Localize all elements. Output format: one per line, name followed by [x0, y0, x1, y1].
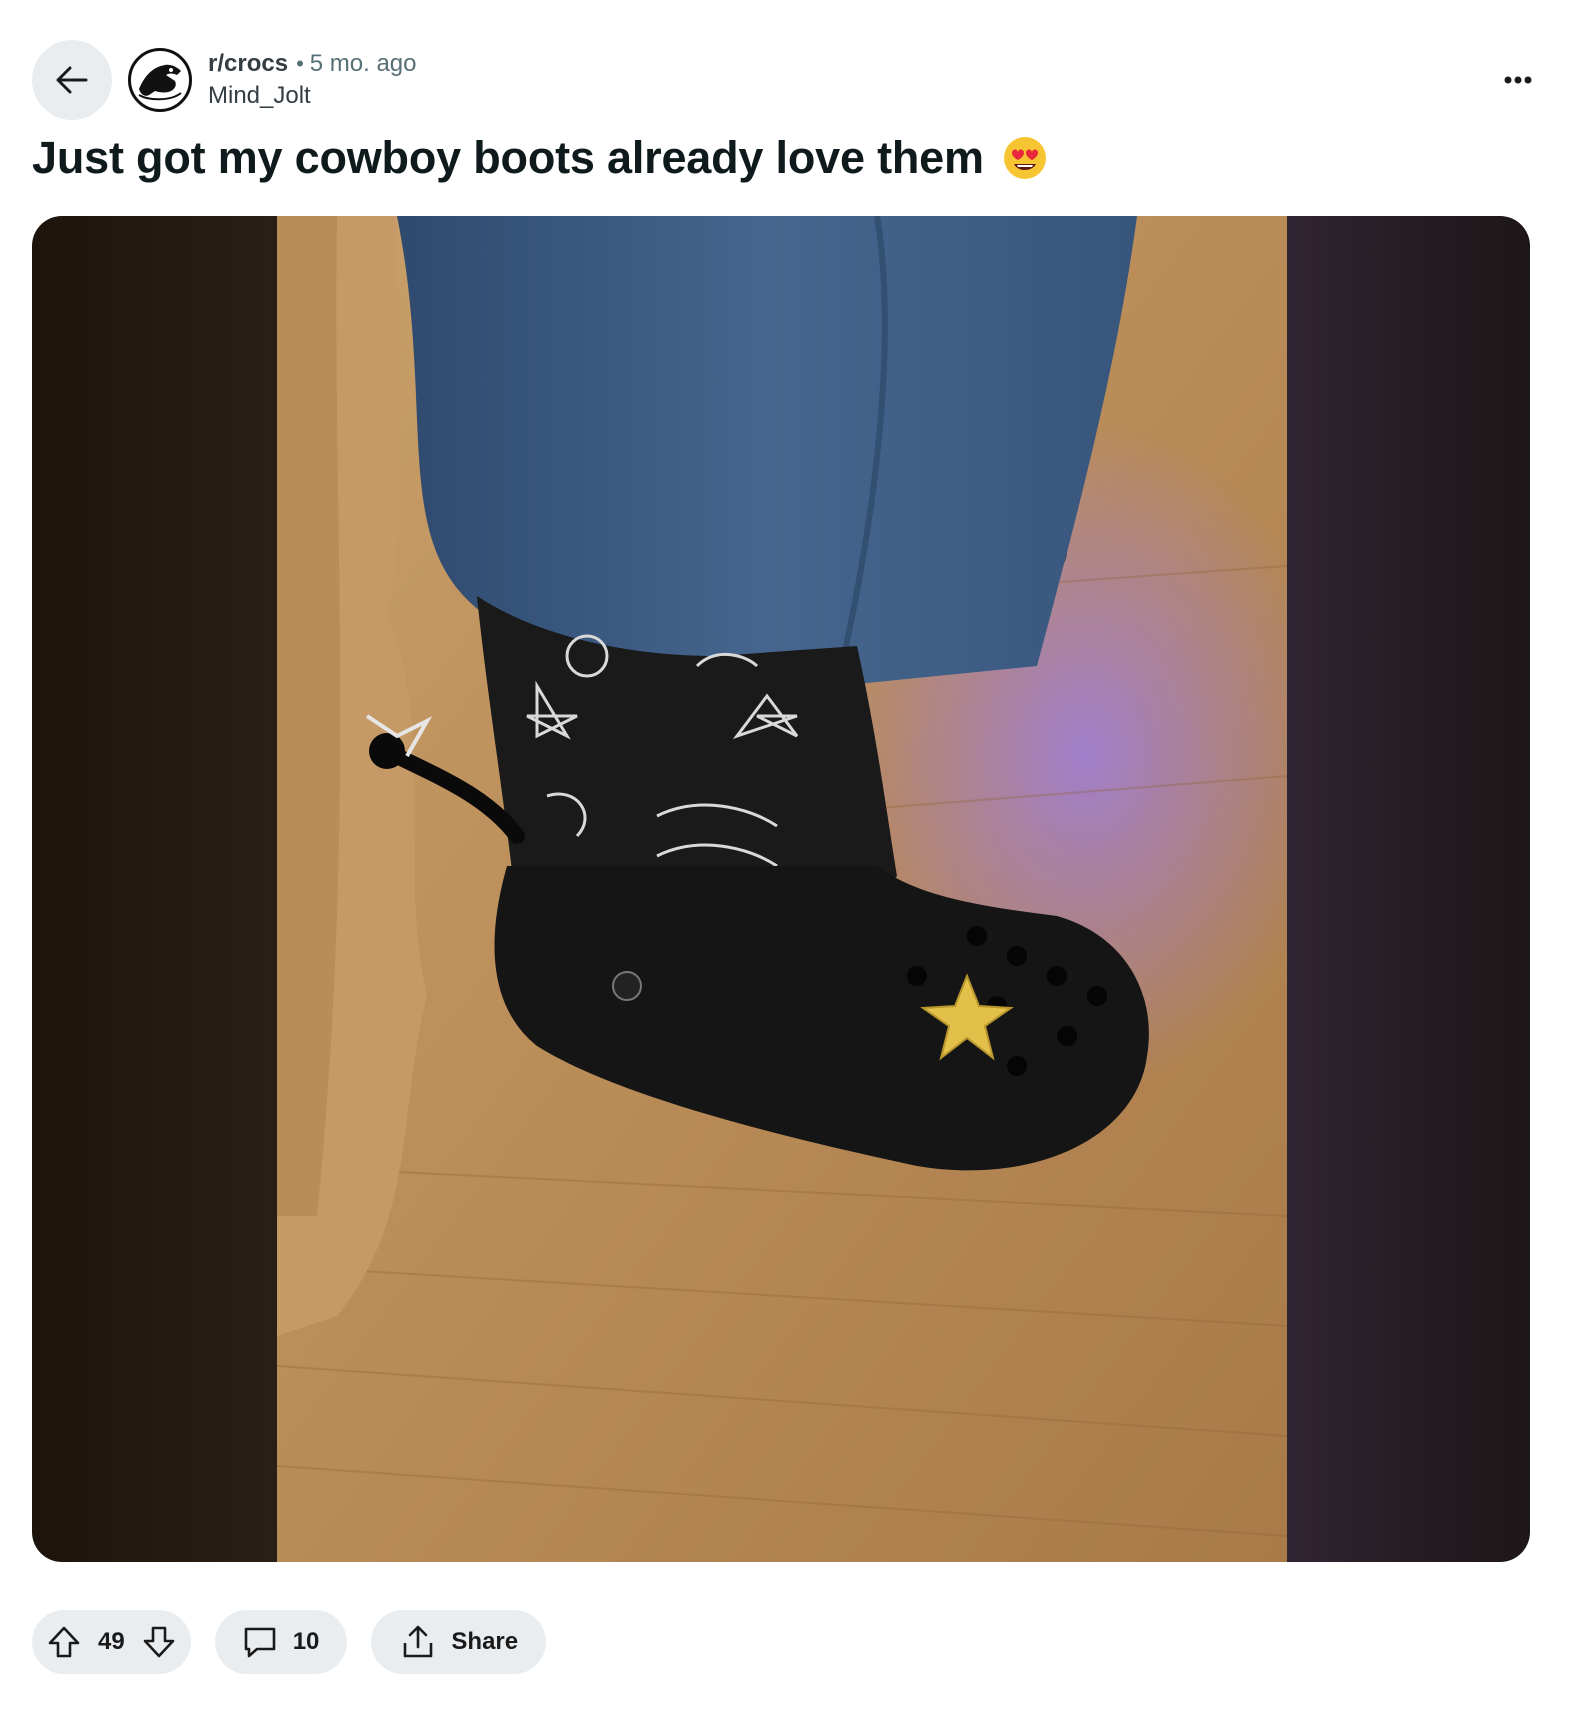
boot-photo: [277, 216, 1287, 1562]
more-options-button[interactable]: [1498, 60, 1538, 100]
smiling-face-with-heart-eyes-emoji: [1003, 137, 1046, 179]
back-button[interactable]: [32, 40, 112, 120]
comment-bubble-icon: [244, 1627, 276, 1658]
post-header: r/crocs • 5 mo. ago Mind_Jolt: [32, 40, 1538, 120]
comment-count: 10: [292, 1628, 320, 1655]
arrow-left-icon: [56, 66, 88, 94]
upvote-button[interactable]: [44, 1622, 84, 1662]
post-actions: 49 10 Share: [32, 1610, 547, 1674]
more-options-icon: [1504, 76, 1532, 84]
subreddit-avatar[interactable]: [128, 48, 192, 112]
downvote-button[interactable]: [139, 1622, 179, 1662]
upvote-arrow-icon: [48, 1626, 80, 1658]
post-meta: r/crocs • 5 mo. ago Mind_Jolt: [208, 48, 417, 112]
crocs-logo-icon: [133, 53, 187, 107]
post-title-row: Just got my cowboy boots already love th…: [32, 128, 1048, 188]
share-label: Share: [451, 1628, 519, 1655]
share-icon: [404, 1625, 433, 1658]
subreddit-link[interactable]: r/crocs: [208, 48, 288, 80]
downvote-arrow-icon: [143, 1626, 175, 1658]
share-button[interactable]: Share: [371, 1610, 547, 1674]
post-page: r/crocs • 5 mo. ago Mind_Jolt Just got m…: [0, 0, 1570, 1722]
comments-button[interactable]: 10: [214, 1610, 348, 1674]
post-image[interactable]: [32, 216, 1530, 1562]
vote-score: 49: [98, 1628, 125, 1655]
meta-separator: •: [296, 51, 304, 76]
author-link[interactable]: Mind_Jolt: [208, 80, 417, 112]
vote-bar: 49: [32, 1610, 191, 1674]
post-age: 5 mo. ago: [309, 50, 417, 77]
post-title: Just got my cowboy boots already love th…: [32, 132, 984, 183]
